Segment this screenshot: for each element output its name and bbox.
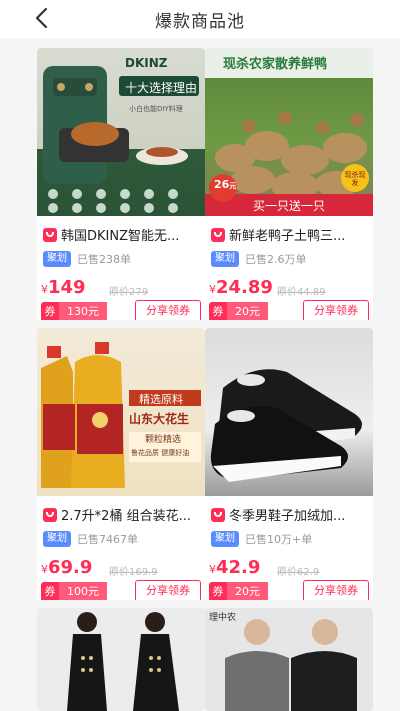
- image-headline-text: 十大选择理由: [125, 81, 198, 95]
- currency-symbol: ¥: [209, 563, 216, 576]
- shop-bag-icon: [211, 228, 225, 242]
- price: ¥69.9: [41, 557, 92, 578]
- image-subline-text: 小白也能DIY料理: [129, 105, 183, 113]
- product-image-air-fryer[interactable]: DKINZ 十大选择理由 小白也能DIY料理: [37, 48, 205, 216]
- source-badge: 聚划: [211, 251, 239, 267]
- product-card[interactable]: DKINZ 十大选择理由 小白也能DIY料理 韩国DKINZ智能无... 聚划 …: [37, 48, 205, 320]
- original-price: 原价169.9: [109, 567, 158, 578]
- image-banner-text: 精选原料: [139, 393, 183, 406]
- product-name[interactable]: 韩国DKINZ智能无...: [61, 225, 201, 244]
- source-badge: 聚划: [43, 251, 71, 267]
- original-price: 原价44.89: [277, 287, 326, 298]
- shop-bag-icon: [211, 508, 225, 522]
- product-name[interactable]: 2.7升*2桶 组合装花...: [61, 505, 201, 524]
- product-card[interactable]: 现杀农家散养鲜鸭 26元 现杀现发 买一只送一只 新鲜老鸭子土鸭三... 聚划 …: [205, 48, 373, 320]
- sold-count: 已售2.6万单: [245, 253, 307, 266]
- share-coupon-button[interactable]: 分享领券: [135, 580, 201, 600]
- share-coupon-button[interactable]: 分享领券: [135, 300, 201, 320]
- coupon-label: 券: [41, 582, 59, 600]
- original-price: 原价279: [109, 287, 149, 298]
- original-price: 原价62.9: [277, 567, 320, 578]
- coupon-value: 20元: [227, 302, 268, 320]
- shop-bag-icon: [43, 508, 57, 522]
- top-bar: 爆款商品池: [0, 0, 400, 38]
- price-value: 149: [48, 277, 86, 298]
- coupon-badge: 券 20元: [209, 582, 268, 600]
- image-brand-text: DKINZ: [125, 56, 168, 70]
- share-coupon-button[interactable]: 分享领券: [303, 300, 369, 320]
- image-headline-text: 现杀农家散养鲜鸭: [223, 57, 328, 72]
- product-image-thermal-wear[interactable]: 理中农: [205, 608, 373, 711]
- currency-symbol: ¥: [41, 283, 48, 296]
- image-small-text: 颗粒精选: [145, 435, 182, 445]
- page-title: 爆款商品池: [155, 12, 245, 32]
- shop-bag-icon: [43, 228, 57, 242]
- product-card[interactable]: 精选原料 山东大花生 颗粒精选 鲁花品质 健康好油 2.7升*2桶 组合装花..…: [37, 328, 205, 600]
- dress-illustration: [67, 612, 179, 711]
- coupon-badge: 券 20元: [209, 302, 268, 320]
- coupon-label: 券: [209, 302, 227, 320]
- product-image-shoes[interactable]: [205, 328, 373, 496]
- sold-count: 已售7467单: [77, 533, 138, 546]
- shoes-illustration: [210, 369, 362, 482]
- image-big-text: 山东大花生: [129, 412, 190, 426]
- coupon-value: 100元: [59, 582, 107, 600]
- coupon-badge: 券 100元: [41, 582, 107, 600]
- price-value: 42.9: [216, 557, 261, 578]
- price: ¥24.89: [209, 277, 273, 298]
- product-card[interactable]: 理中农: [205, 608, 373, 711]
- coupon-value: 20元: [227, 582, 268, 600]
- product-card[interactable]: [37, 608, 205, 711]
- image-brand-text: 理中农: [209, 613, 237, 623]
- product-image-peanut-oil[interactable]: 精选原料 山东大花生 颗粒精选 鲁花品质 健康好油: [37, 328, 205, 496]
- image-stamp-text: 现杀现发: [344, 171, 366, 187]
- source-badge: 聚划: [211, 531, 239, 547]
- price: ¥149: [41, 277, 86, 298]
- coupon-label: 券: [41, 302, 59, 320]
- price-value: 24.89: [216, 277, 273, 298]
- sold-count: 已售10万+单: [245, 533, 313, 546]
- air-fryer-illustration: [43, 66, 199, 213]
- product-card[interactable]: 冬季男鞋子加绒加... 聚划 已售10万+单 ¥42.9 原价62.9 券 20元…: [205, 328, 373, 600]
- coupon-value: 130元: [59, 302, 107, 320]
- product-name[interactable]: 冬季男鞋子加绒加...: [229, 505, 369, 524]
- product-name[interactable]: 新鲜老鸭子土鸭三...: [229, 225, 369, 244]
- image-footer-text: 买一只送一只: [252, 199, 325, 213]
- price: ¥42.9: [209, 557, 260, 578]
- share-coupon-button[interactable]: 分享领券: [303, 580, 369, 600]
- coupon-badge: 券 130元: [41, 302, 107, 320]
- product-image-ducks[interactable]: 现杀农家散养鲜鸭 26元 现杀现发 买一只送一只: [205, 48, 373, 216]
- source-badge: 聚划: [43, 531, 71, 547]
- image-note-text: 鲁花品质 健康好油: [131, 449, 190, 457]
- coupon-label: 券: [209, 582, 227, 600]
- image-badge-text: 26元: [214, 178, 237, 191]
- currency-symbol: ¥: [209, 283, 216, 296]
- sold-count: 已售238单: [77, 253, 131, 266]
- thermal-wear-illustration: [225, 619, 357, 711]
- price-value: 69.9: [48, 557, 93, 578]
- product-image-dress[interactable]: [37, 608, 205, 711]
- currency-symbol: ¥: [41, 563, 48, 576]
